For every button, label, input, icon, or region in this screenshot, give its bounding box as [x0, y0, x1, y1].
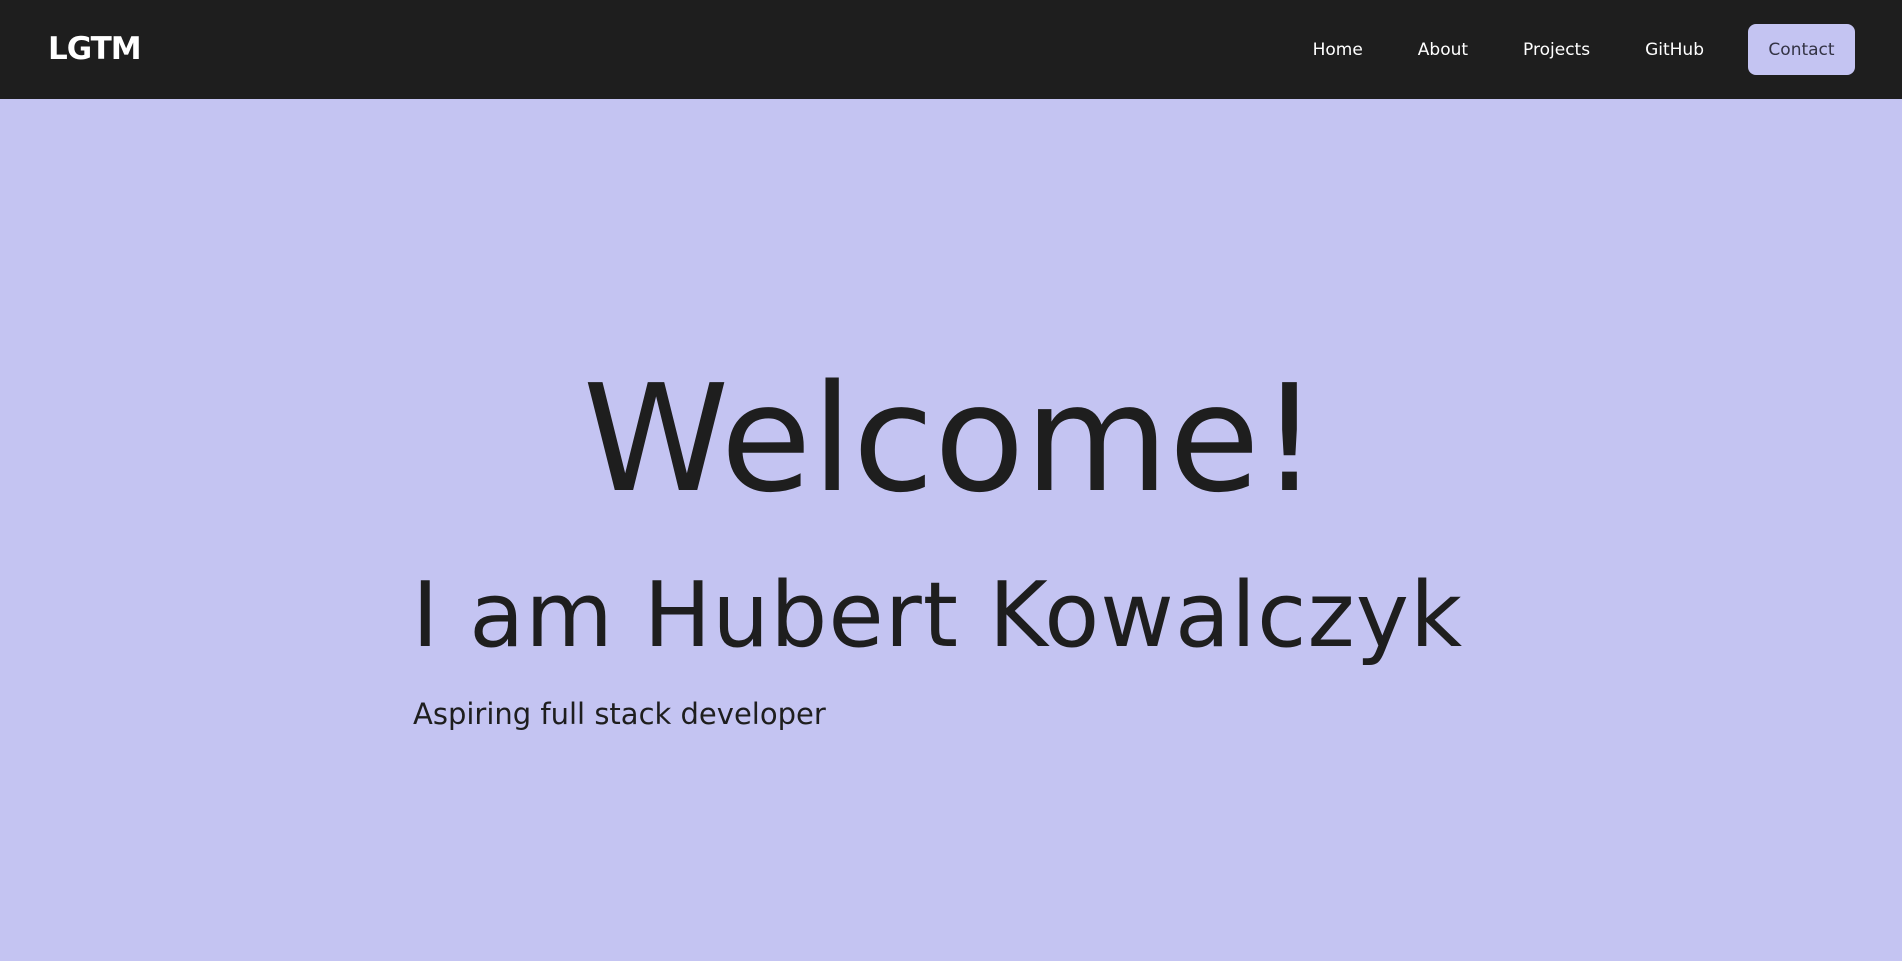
nav-link-about[interactable]: About	[1418, 40, 1468, 60]
nav-link-home[interactable]: Home	[1313, 40, 1363, 60]
hero-section: Welcome! I am Hubert Kowalczyk Aspiring …	[0, 99, 1902, 961]
logo[interactable]: LGTM	[48, 30, 142, 68]
hero-subtitle: Aspiring full stack developer	[413, 697, 826, 731]
nav-link-github[interactable]: GitHub	[1645, 40, 1704, 60]
nav-links: Home About Projects GitHub Contact	[1313, 0, 1902, 99]
nav-link-projects[interactable]: Projects	[1523, 40, 1590, 60]
contact-button[interactable]: Contact	[1748, 24, 1855, 75]
hero-name: I am Hubert Kowalczyk	[412, 563, 1464, 668]
navbar: LGTM Home About Projects GitHub Contact	[0, 0, 1902, 99]
hero-title: Welcome!	[582, 353, 1320, 525]
